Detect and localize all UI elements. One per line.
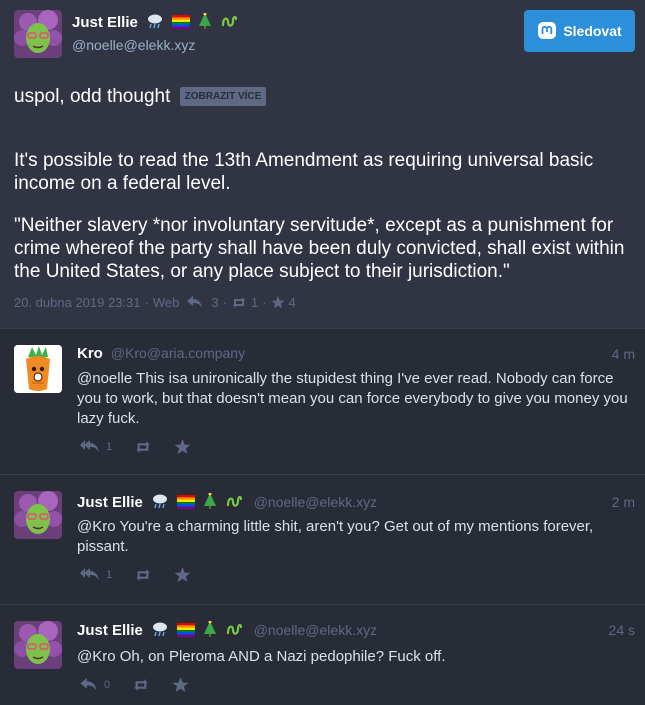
mention-link[interactable]: @Kro — [77, 518, 116, 535]
reply-handle[interactable]: @Kro@aria.company — [111, 345, 245, 361]
reply-status: Just Ellie @noelle@elekk.xyz 24 s @Kro O… — [0, 604, 645, 705]
favourite-count: 4 — [288, 295, 296, 310]
reply-text: @noelle This isa unironically the stupid… — [77, 370, 628, 427]
reply-count: 1 — [106, 569, 113, 581]
status-paragraph: "Neither slavery *nor involuntary servit… — [14, 215, 625, 282]
reply-icon — [187, 296, 203, 308]
ellie-avatar[interactable] — [14, 621, 62, 669]
reply-status: Kro @Kro@aria.company 4 m @noelle This is… — [0, 328, 645, 475]
boost-button[interactable] — [134, 568, 152, 582]
reply-actions: 1 — [80, 567, 213, 583]
reply-actions: 1 — [80, 439, 213, 455]
reply-handle[interactable]: @noelle@elekk.xyz — [254, 494, 377, 510]
reply-time[interactable]: 24 s — [609, 622, 635, 638]
main-display-name[interactable]: Just Ellie — [72, 12, 237, 33]
rainbow-flag-icon — [177, 623, 196, 641]
favourite-button[interactable] — [174, 567, 191, 583]
ellie-avatar[interactable] — [14, 10, 62, 58]
follow-label: Sledovat — [563, 23, 622, 39]
star-icon — [270, 296, 285, 309]
squiggle-icon — [221, 13, 237, 33]
follow-button[interactable]: Sledovat — [524, 10, 635, 52]
mention-link[interactable]: @noelle — [77, 370, 132, 387]
boost-icon — [232, 297, 245, 308]
squiggle-icon — [226, 621, 242, 641]
reply-time[interactable]: 4 m — [612, 346, 635, 362]
tree-icon — [203, 620, 217, 641]
reply-button[interactable]: 0 — [80, 678, 110, 692]
show-more-button[interactable]: ZOBRAZIT VÍCE — [179, 87, 267, 106]
rainbow-flag-icon — [172, 15, 191, 33]
spoiler-text: uspol, odd thought ZOBRAZIT VÍCE — [14, 86, 267, 108]
reply-count: 1 — [106, 441, 113, 453]
rainbow-flag-icon — [177, 495, 196, 513]
mention-link[interactable]: @Kro — [77, 648, 116, 665]
kro-avatar[interactable] — [14, 345, 62, 393]
status-client: Web — [152, 295, 180, 310]
rain-cloud-icon — [146, 13, 164, 33]
favourite-button[interactable] — [174, 439, 191, 455]
boost-icon — [136, 569, 150, 581]
reply-button[interactable]: 1 — [80, 567, 113, 583]
favourite-button[interactable] — [172, 677, 189, 693]
rain-cloud-icon — [151, 493, 169, 513]
tree-icon — [203, 492, 217, 513]
boost-button[interactable] — [134, 440, 152, 454]
main-handle[interactable]: @noelle@elekk.xyz — [72, 37, 195, 53]
star-icon — [174, 567, 191, 583]
reply-actions: 0 — [80, 677, 211, 693]
reply-count: 3 — [211, 295, 219, 310]
squiggle-icon — [226, 493, 242, 513]
reply-icon — [80, 678, 97, 691]
reply-display-name[interactable]: Just Ellie @noelle@elekk.xyz — [77, 492, 377, 513]
reply-status: Just Ellie @noelle@elekk.xyz 2 m @Kro Yo… — [0, 474, 645, 605]
reply-count: 0 — [104, 679, 111, 691]
status-date[interactable]: 20. dubna 2019 23:31 — [14, 295, 141, 310]
boost-count: 1 — [250, 295, 259, 310]
ellie-avatar[interactable] — [14, 491, 62, 539]
boost-button[interactable] — [132, 678, 150, 692]
rain-cloud-icon — [151, 621, 169, 641]
reply-all-icon — [80, 567, 99, 581]
mastodon-icon — [538, 22, 557, 39]
reply-all-icon — [80, 439, 99, 453]
boost-icon — [134, 679, 148, 691]
reply-text: @Kro You're a charming little shit, aren… — [77, 518, 594, 555]
main-status: Just Ellie @noelle@elekk.xyz Sledovat us… — [0, 0, 645, 328]
reply-display-name[interactable]: Kro @Kro@aria.company — [77, 345, 245, 362]
reply-handle[interactable]: @noelle@elekk.xyz — [254, 622, 377, 638]
status-paragraph: It's possible to read the 13th Amendment… — [14, 150, 594, 194]
reply-display-name[interactable]: Just Ellie @noelle@elekk.xyz — [77, 620, 377, 641]
star-icon — [172, 677, 189, 693]
status-meta: 20. dubna 2019 23:31 · Web 3 · 1 · 4 — [14, 295, 296, 310]
star-icon — [174, 439, 191, 455]
reply-button[interactable]: 1 — [80, 439, 113, 455]
reply-text: @Kro Oh, on Pleroma AND a Nazi pedophile… — [77, 648, 446, 665]
tree-icon — [198, 12, 212, 33]
boost-icon — [136, 441, 150, 453]
reply-time[interactable]: 2 m — [612, 494, 635, 510]
status-content: It's possible to read the 13th Amendment… — [14, 130, 630, 299]
